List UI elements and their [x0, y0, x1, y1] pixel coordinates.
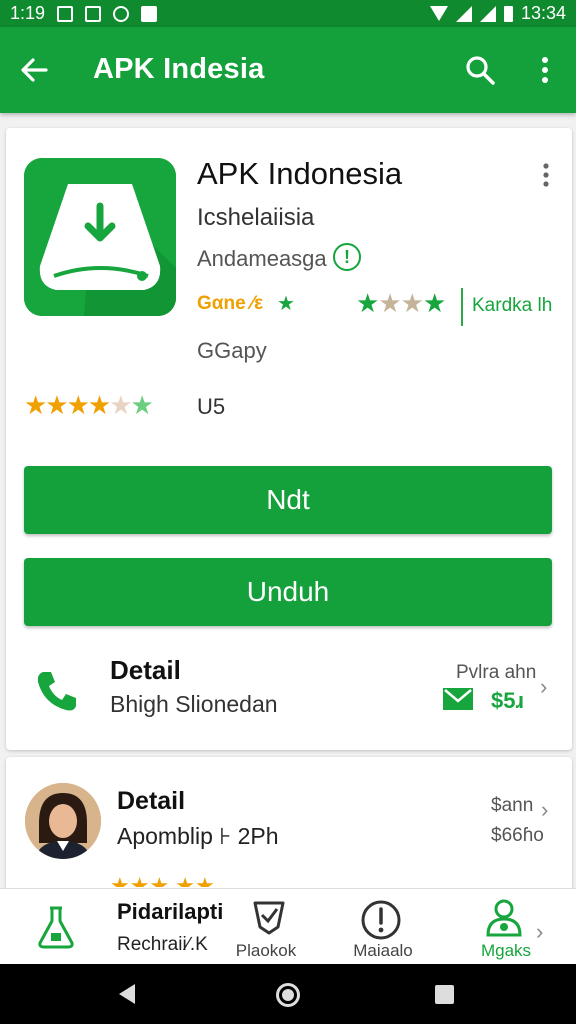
system-recents-icon[interactable] [435, 985, 454, 1004]
system-back-icon[interactable] [119, 984, 135, 1004]
shield-icon [141, 5, 158, 22]
chevron-right-icon[interactable]: › [536, 919, 543, 945]
developer-title: Detail [117, 787, 186, 815]
signal-icon [455, 5, 472, 22]
page-title: APK Indesia [93, 53, 265, 85]
avatar [25, 783, 101, 859]
signal-icon [479, 5, 496, 22]
mail-icon [443, 688, 473, 710]
right-label[interactable]: Kardka lh [472, 295, 552, 317]
rating-count: U5 [197, 394, 226, 419]
developer-name[interactable]: Andameasga [197, 246, 327, 272]
app-detail-card: APK Indonesia Icshelaiisia Andameasga ! … [6, 128, 572, 750]
status-clock: 13:34 [520, 3, 566, 23]
bottom-navigation: Pidarilapti Rechraii∕.K Plaokok Maiaalo … [0, 888, 576, 964]
secondary-rating-stars: ★★★★ [356, 288, 446, 318]
download-button[interactable]: Unduh [24, 558, 552, 626]
detail-subtitle: Bhigh Slionedan [110, 691, 278, 717]
alarm-icon [113, 5, 130, 22]
app-name: APK Indonesia [197, 156, 403, 191]
developer-right-top: $ann [491, 795, 534, 816]
nav-item-label[interactable]: Maiaalo [345, 941, 421, 961]
system-home-icon[interactable] [276, 983, 300, 1007]
nav-item-sublabel: Rechraii∕.K [117, 934, 208, 955]
image-icon [57, 5, 74, 22]
rating-stars: ★★★★★★ [24, 390, 154, 420]
category-label: GGapy [197, 338, 267, 363]
wifi-icon [429, 6, 448, 21]
mail-icon [85, 5, 102, 22]
divider [461, 288, 463, 326]
developer-subtitle: Apomblip ⊦ 2Ph [117, 823, 279, 849]
flask-icon[interactable] [36, 905, 76, 949]
star-icon: ★ [277, 293, 295, 315]
developer-right-bottom: $66ɦo [491, 825, 544, 846]
phone-icon[interactable] [34, 668, 80, 714]
app-subtitle: Icshelaiisia [197, 204, 315, 231]
info-icon[interactable]: ! [333, 243, 361, 271]
shield-check-icon[interactable] [250, 897, 288, 935]
alert-circle-icon[interactable] [360, 899, 402, 941]
system-navigation-bar [0, 964, 576, 1024]
nav-item-label[interactable]: Mgaks [470, 941, 542, 961]
back-arrow-icon[interactable] [18, 54, 50, 86]
chevron-right-icon[interactable]: › [540, 674, 547, 700]
chevron-right-icon[interactable]: › [541, 797, 548, 823]
detail-price: $5ɹ [491, 688, 525, 713]
search-icon[interactable] [464, 54, 496, 86]
nav-item-label[interactable]: Pidarilapti [117, 899, 223, 925]
more-vert-icon[interactable] [533, 54, 557, 86]
card-more-icon[interactable] [536, 162, 556, 188]
app-logo-icon [24, 158, 176, 316]
primary-action-button[interactable]: Ndt [24, 466, 552, 534]
status-bar: 1:19 13:34 [0, 0, 576, 27]
detail-right-label: Pvlra ahn [456, 662, 537, 683]
detail-title[interactable]: Detail [110, 655, 181, 686]
app-bar: APK Indesia [0, 27, 576, 113]
developer-rating-stars: ★★★ ★★ [110, 873, 215, 887]
badge-label: Gαne ⁄ε [197, 293, 264, 314]
users-icon[interactable] [480, 897, 528, 939]
battery-icon [503, 5, 513, 22]
nav-item-label[interactable]: Plaokok [231, 941, 301, 961]
status-time: 1:19 [10, 3, 46, 23]
